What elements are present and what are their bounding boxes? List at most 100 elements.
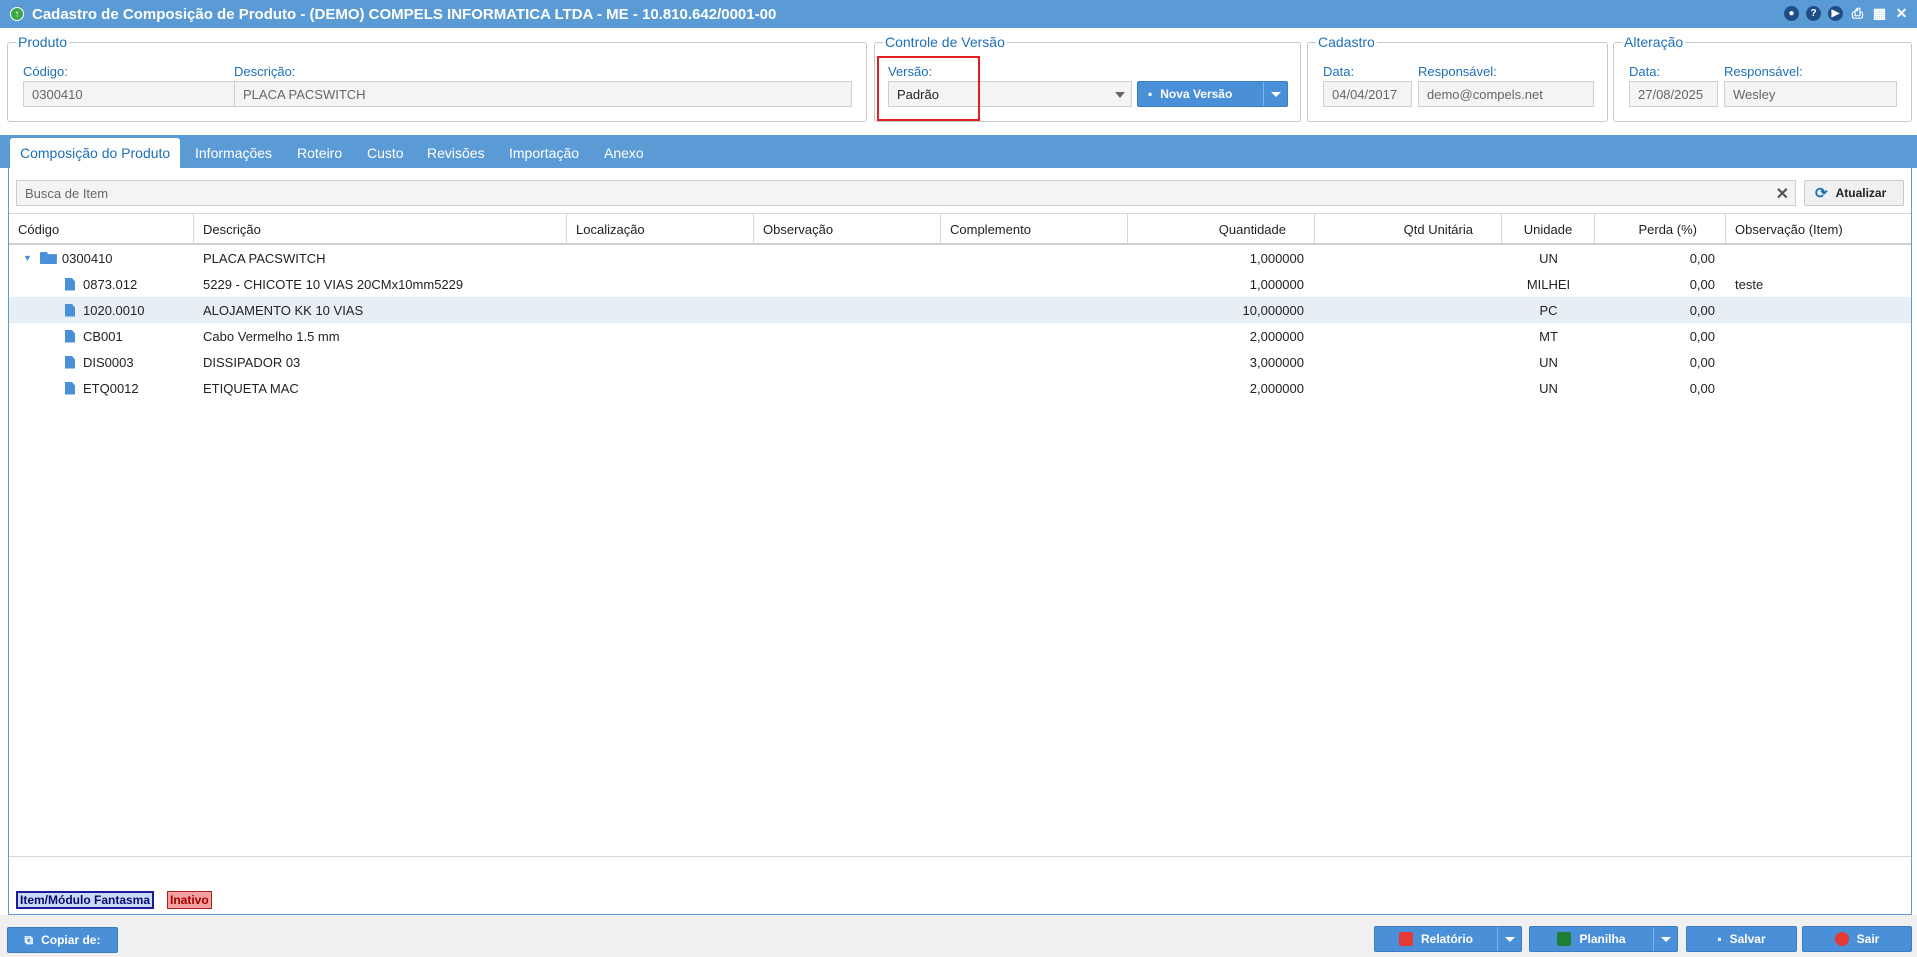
row-codigo: 0873.012 xyxy=(83,276,138,292)
composicao-panel: Busca de Item ✕ ⟳ Atualizar Código Descr… xyxy=(8,168,1912,915)
tab-composicao[interactable]: Composição do Produto xyxy=(10,138,181,168)
window-controls: ● ? ▶ ⎙ ▦ ✕ xyxy=(1784,5,1909,21)
produto-legend: Produto xyxy=(16,34,70,50)
row-unidade: PC xyxy=(1539,302,1558,318)
alteracao-legend: Alteração xyxy=(1622,34,1686,50)
title-bar: ↑ Cadastro de Composição de Produto - (D… xyxy=(0,0,1917,28)
relatorio-dropdown[interactable] xyxy=(1497,927,1521,951)
clear-icon[interactable]: ✕ xyxy=(1776,184,1789,204)
table-row[interactable]: 0873.012 5229 - CHICOTE 10 VIAS 20CMx10m… xyxy=(9,271,1911,297)
legend-area: Item/Módulo Fantasma Inativo xyxy=(9,856,1911,914)
row-descricao: Cabo Vermelho 1.5 mm xyxy=(203,328,340,344)
row-unidade: UN xyxy=(1539,380,1558,396)
help-icon[interactable]: ? xyxy=(1806,6,1821,21)
refresh-label: Atualizar xyxy=(1835,186,1887,200)
row-descricao: PLACA PACSWITCH xyxy=(203,250,326,266)
row-obs-item: teste xyxy=(1735,276,1764,292)
row-obs-item xyxy=(1726,349,1911,375)
save-icon: ▪ xyxy=(1717,932,1722,946)
chevron-down-icon xyxy=(1270,91,1281,97)
alteracao-data-field[interactable]: 27/08/2025 xyxy=(1629,81,1718,107)
row-quantidade: 1,000000 xyxy=(1249,276,1304,292)
chevron-down-icon[interactable] xyxy=(1115,92,1125,98)
grid-header: Código Descrição Localização Observação … xyxy=(9,213,1911,245)
cadastro-responsavel-field[interactable]: demo@compels.net xyxy=(1418,81,1594,107)
salvar-label: Salvar xyxy=(1729,932,1766,946)
col-localizacao[interactable]: Localização xyxy=(567,214,754,244)
col-codigo[interactable]: Código xyxy=(9,214,194,244)
row-codigo: CB001 xyxy=(83,328,123,344)
table-row-root[interactable]: ▼ 0300410 PLACA PACSWITCH 1,000000 UN 0,… xyxy=(9,245,1911,271)
row-quantidade: 1,000000 xyxy=(1249,250,1304,266)
row-unidade: UN xyxy=(1539,250,1558,266)
file-icon xyxy=(65,277,75,291)
cell-codigo: ▼ 0300410 xyxy=(9,245,194,271)
table-row[interactable]: ETQ0012 ETIQUETA MAC 2,000000 UN 0,00 xyxy=(9,375,1911,401)
table-row[interactable]: CB001 Cabo Vermelho 1.5 mm 2,000000 MT 0… xyxy=(9,323,1911,349)
codigo-field[interactable]: 0300410 xyxy=(23,81,235,107)
planilha-button[interactable]: Planilha xyxy=(1529,926,1678,952)
row-quantidade: 10,000000 xyxy=(1242,302,1304,318)
pdf-icon xyxy=(1398,932,1413,946)
cadastro-responsavel-label: Responsável: xyxy=(1418,64,1497,79)
col-unidade[interactable]: Unidade xyxy=(1502,214,1595,244)
nova-versao-button[interactable]: ▪ Nova Versão xyxy=(1137,81,1288,107)
cadastro-fieldset: Cadastro Data: 04/04/2017 Responsável: d… xyxy=(1307,34,1608,122)
refresh-button[interactable]: ⟳ Atualizar xyxy=(1804,180,1904,206)
nova-versao-dropdown[interactable] xyxy=(1263,82,1287,106)
planilha-dropdown[interactable] xyxy=(1653,927,1677,951)
calendar-icon[interactable]: ▦ xyxy=(1872,5,1887,21)
descricao-field[interactable]: PLACA PACSWITCH xyxy=(234,81,852,107)
row-perda: 0,00 xyxy=(1689,302,1715,318)
chevron-down-icon xyxy=(1504,936,1515,942)
relatorio-label: Relatório xyxy=(1420,932,1473,946)
alteracao-responsavel-field[interactable]: Wesley xyxy=(1724,81,1897,107)
tab-informacoes[interactable]: Informações xyxy=(185,138,282,168)
tab-anexo[interactable]: Anexo xyxy=(594,138,654,168)
row-perda: 0,00 xyxy=(1689,250,1715,266)
row-perda: 0,00 xyxy=(1689,328,1715,344)
salvar-button[interactable]: ▪ Salvar xyxy=(1686,926,1797,952)
col-observacao[interactable]: Observação xyxy=(754,214,941,244)
row-quantidade: 2,000000 xyxy=(1249,328,1304,344)
cell-codigo: 1020.0010 xyxy=(9,297,194,323)
exit-icon xyxy=(1834,932,1849,946)
search-input[interactable]: Busca de Item ✕ xyxy=(16,180,1796,206)
row-codigo: ETQ0012 xyxy=(83,380,139,396)
row-codigo: DIS0003 xyxy=(83,354,134,370)
col-descricao[interactable]: Descrição xyxy=(194,214,567,244)
info-icon[interactable]: ● xyxy=(1784,6,1799,21)
excel-icon xyxy=(1557,932,1572,946)
file-icon xyxy=(65,355,75,369)
col-qtd-unitaria[interactable]: Qtd Unitária xyxy=(1315,214,1502,244)
copiar-button[interactable]: ⧉ Copiar de: xyxy=(7,927,118,953)
alteracao-data-label: Data: xyxy=(1629,64,1661,79)
tab-importacao[interactable]: Importação xyxy=(499,138,589,168)
row-quantidade: 2,000000 xyxy=(1249,380,1304,396)
close-icon[interactable]: ✕ xyxy=(1894,5,1909,21)
file-icon xyxy=(65,303,75,317)
descricao-label: Descrição: xyxy=(234,64,296,79)
tab-bar: Composição do Produto Informações Roteir… xyxy=(0,135,1917,168)
tab-custo[interactable]: Custo xyxy=(357,138,414,168)
tab-roteiro[interactable]: Roteiro xyxy=(287,138,352,168)
sair-button[interactable]: Sair xyxy=(1802,926,1912,952)
copiar-label: Copiar de: xyxy=(41,933,101,947)
table-row[interactable]: 1020.0010 ALOJAMENTO KK 10 VIAS 10,00000… xyxy=(9,297,1911,323)
relatorio-button[interactable]: Relatório xyxy=(1374,926,1522,952)
col-perda[interactable]: Perda (%) xyxy=(1595,214,1726,244)
row-obs-item xyxy=(1726,297,1911,323)
tab-revisoes[interactable]: Revisões xyxy=(417,138,495,168)
col-quantidade[interactable]: Quantidade xyxy=(1128,214,1315,244)
col-complemento[interactable]: Complemento xyxy=(941,214,1128,244)
row-obs-item xyxy=(1726,323,1911,349)
row-obs-item xyxy=(1726,375,1911,401)
print-icon[interactable]: ⎙ xyxy=(1850,5,1865,21)
play-icon[interactable]: ▶ xyxy=(1828,6,1843,21)
table-row[interactable]: DIS0003 DISSIPADOR 03 3,000000 UN 0,00 xyxy=(9,349,1911,375)
row-unidade: MT xyxy=(1539,328,1558,344)
collapse-icon[interactable]: ▼ xyxy=(23,253,32,263)
cadastro-data-field[interactable]: 04/04/2017 xyxy=(1323,81,1412,107)
col-observacao-item[interactable]: Observação (Item) xyxy=(1726,214,1911,244)
search-placeholder: Busca de Item xyxy=(25,186,109,201)
